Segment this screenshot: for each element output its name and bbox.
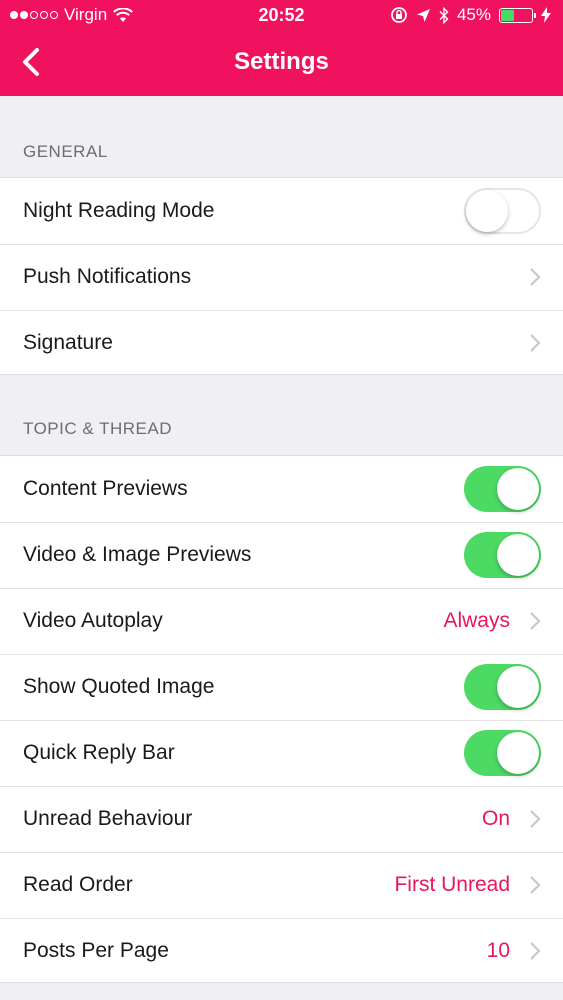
row-unread-behaviour[interactable]: Unread Behaviour On (0, 786, 563, 852)
row-value: On (481, 807, 510, 830)
page-title: Settings (234, 48, 329, 75)
toggle-knob (466, 190, 508, 232)
chevron-right-icon (530, 876, 541, 894)
toggle-knob (497, 666, 539, 708)
row-label: Push Notifications (23, 265, 192, 288)
section-title-general: GENERAL (23, 142, 108, 161)
header-bar: Virgin 20:52 45% Settings (0, 0, 563, 96)
row-quick-reply-bar: Quick Reply Bar (0, 720, 563, 786)
row-label: Video & Image Previews (23, 543, 252, 566)
row-label: Signature (23, 331, 113, 354)
section-title-topic-thread: TOPIC & THREAD (23, 419, 173, 438)
section-header-general: GENERAL (0, 96, 563, 178)
row-video-autoplay[interactable]: Video Autoplay Always (0, 588, 563, 654)
group-topic-thread: Content Previews Video & Image Previews … (0, 455, 563, 983)
row-content-previews: Content Previews (0, 456, 563, 522)
toggle-knob (497, 732, 539, 774)
charging-bolt-icon (541, 7, 551, 23)
row-posts-per-page[interactable]: Posts Per Page 10 (0, 918, 563, 984)
chevron-right-icon (530, 942, 541, 960)
content-previews-toggle[interactable] (464, 466, 541, 512)
bluetooth-icon (439, 6, 449, 24)
row-label: Content Previews (23, 477, 188, 500)
row-signature[interactable]: Signature (0, 310, 563, 376)
row-push-notifications[interactable]: Push Notifications (0, 244, 563, 310)
row-night-reading-mode: Night Reading Mode (0, 178, 563, 244)
toggle-knob (497, 468, 539, 510)
battery-fill (501, 9, 515, 21)
battery-icon (499, 7, 536, 23)
chevron-right-icon (530, 268, 541, 286)
rotation-lock-icon (391, 7, 407, 23)
battery-percent: 45% (456, 5, 491, 24)
location-arrow-icon (416, 8, 430, 22)
chevron-right-icon (530, 612, 541, 630)
section-header-topic-thread: TOPIC & THREAD (0, 375, 563, 455)
row-value: Always (443, 609, 510, 632)
row-label: Video Autoplay (23, 609, 163, 632)
row-value: First Unread (394, 873, 510, 896)
row-label: Read Order (23, 873, 133, 896)
chevron-right-icon (530, 334, 541, 352)
video-image-previews-toggle[interactable] (464, 532, 541, 578)
chevron-right-icon (530, 810, 541, 828)
night-reading-mode-toggle[interactable] (464, 188, 541, 234)
row-label: Show Quoted Image (23, 675, 215, 698)
nav-bar: Settings (0, 30, 563, 96)
row-read-order[interactable]: Read Order First Unread (0, 852, 563, 918)
quick-reply-bar-toggle[interactable] (464, 730, 541, 776)
row-label: Quick Reply Bar (23, 741, 175, 764)
row-label: Unread Behaviour (23, 807, 193, 830)
row-show-quoted-image: Show Quoted Image (0, 654, 563, 720)
row-value: 10 (486, 939, 510, 962)
row-label: Posts Per Page (23, 939, 169, 962)
toggle-knob (497, 534, 539, 576)
status-right: 45% (390, 5, 551, 25)
show-quoted-image-toggle[interactable] (464, 664, 541, 710)
row-label: Night Reading Mode (23, 199, 215, 222)
status-bar: Virgin 20:52 45% (0, 0, 563, 30)
row-video-image-previews: Video & Image Previews (0, 522, 563, 588)
group-general: Night Reading Mode Push Notifications Si… (0, 177, 563, 375)
